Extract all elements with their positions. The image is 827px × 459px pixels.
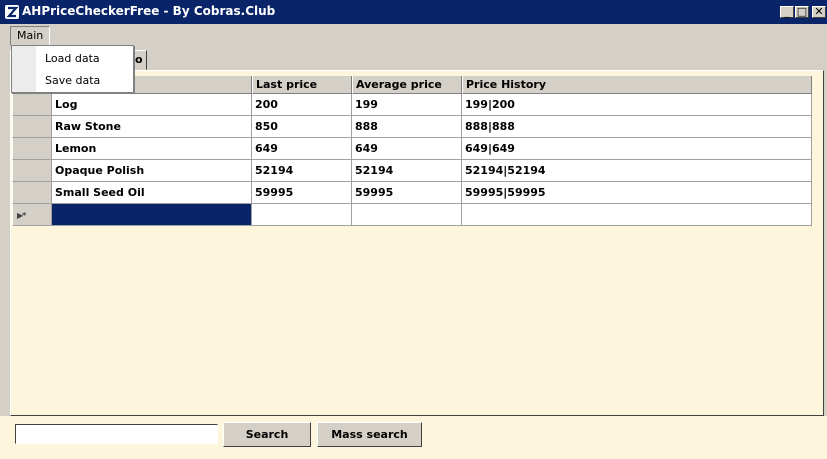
row-header[interactable] xyxy=(12,160,52,182)
cell-last-price[interactable]: 59995 xyxy=(252,182,352,204)
menu-main[interactable]: Main xyxy=(10,26,51,46)
maximize-button[interactable]: □ xyxy=(795,6,809,18)
cell-average-price[interactable]: 52194 xyxy=(352,160,462,182)
cell-last-price[interactable]: 850 xyxy=(252,116,352,138)
cell-average-price[interactable]: 649 xyxy=(352,138,462,160)
menu-icon-strip xyxy=(12,46,36,92)
cell-name[interactable]: Log xyxy=(52,94,252,116)
main-menu-dropdown: Load data Save data xyxy=(11,45,134,93)
search-button[interactable]: Search xyxy=(223,422,311,447)
cell-average-price[interactable]: 888 xyxy=(352,116,462,138)
cell-name[interactable]: Small Seed Oil xyxy=(52,182,252,204)
menu-item-save-data[interactable]: Save data xyxy=(45,74,100,87)
cell-average-price[interactable]: 59995 xyxy=(352,182,462,204)
menu-item-load-data[interactable]: Load data xyxy=(45,52,100,65)
column-header-average-price[interactable]: Average price xyxy=(352,76,462,94)
cell-last-price[interactable]: 200 xyxy=(252,94,352,116)
main-panel: Last price Average price Price History L… xyxy=(10,70,824,416)
cell-last-price[interactable]: 649 xyxy=(252,138,352,160)
search-bar: Search Mass search xyxy=(0,416,827,459)
cell-name[interactable]: Raw Stone xyxy=(52,116,252,138)
minimize-button[interactable]: _ xyxy=(780,6,794,18)
window-title: AHPriceCheckerFree - By Cobras.Club xyxy=(22,4,276,18)
new-row-indicator-icon: ▶* xyxy=(17,211,26,220)
title-bar[interactable]: AHPriceCheckerFree - By Cobras.Club _ □ … xyxy=(0,0,827,24)
row-header[interactable] xyxy=(12,138,52,160)
row-header[interactable] xyxy=(12,116,52,138)
row-header[interactable] xyxy=(12,94,52,116)
cell-price-history[interactable]: 52194|52194 xyxy=(462,160,812,182)
cell-name[interactable]: Opaque Polish xyxy=(52,160,252,182)
new-row-header[interactable]: ▶* xyxy=(12,204,52,226)
row-header[interactable] xyxy=(12,182,52,204)
menu-bar: Main xyxy=(0,24,827,46)
cell-name[interactable]: Lemon xyxy=(52,138,252,160)
cell-price-history[interactable]: 888|888 xyxy=(462,116,812,138)
cell-price-history[interactable]: 59995|59995 xyxy=(462,182,812,204)
mass-search-button[interactable]: Mass search xyxy=(317,422,422,447)
new-row-name-cell[interactable] xyxy=(52,204,252,226)
app-logo-icon xyxy=(5,5,19,19)
column-header-last-price[interactable]: Last price xyxy=(252,76,352,94)
cell-average-price[interactable]: 199 xyxy=(352,94,462,116)
close-button[interactable]: ✕ xyxy=(812,6,826,18)
app-window: AHPriceCheckerFree - By Cobras.Club _ □ … xyxy=(0,0,827,459)
new-row-last-price-cell[interactable] xyxy=(252,204,352,226)
new-row-price-history-cell[interactable] xyxy=(462,204,812,226)
cell-price-history[interactable]: 199|200 xyxy=(462,94,812,116)
new-row-average-price-cell[interactable] xyxy=(352,204,462,226)
search-input[interactable] xyxy=(15,424,218,444)
cell-last-price[interactable]: 52194 xyxy=(252,160,352,182)
cell-price-history[interactable]: 649|649 xyxy=(462,138,812,160)
column-header-price-history[interactable]: Price History xyxy=(462,76,812,94)
tab-label-fragment: o xyxy=(135,53,143,66)
